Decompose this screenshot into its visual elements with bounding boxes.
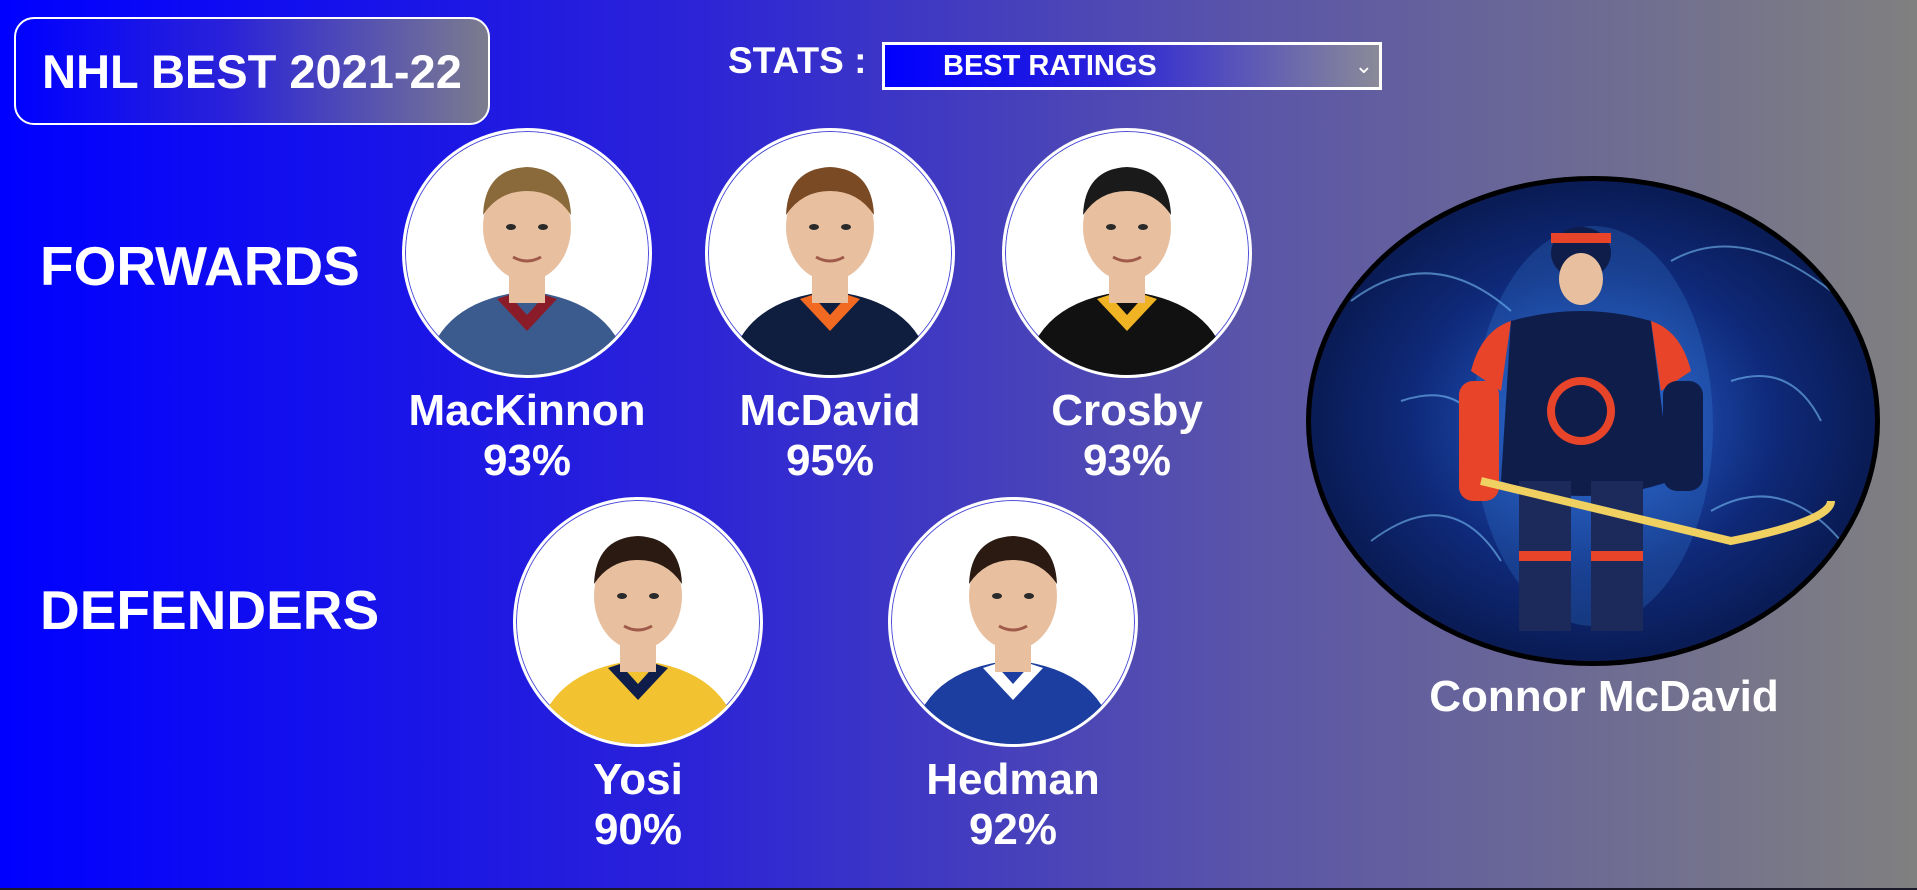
eye-left (506, 224, 516, 230)
app-title-text: NHL BEST 2021-22 (42, 44, 462, 98)
player-portrait[interactable] (1002, 128, 1252, 378)
player-rating: 92% (968, 805, 1058, 854)
player-card-crosby[interactable]: Crosby 93% (1002, 128, 1252, 486)
eye-left (1106, 224, 1116, 230)
eye-left (809, 224, 819, 230)
player-rating: 95% (785, 436, 875, 485)
stats-select-value: BEST RATINGS (943, 49, 1157, 82)
player-avatar-graphic (425, 167, 629, 375)
player-portrait[interactable] (705, 128, 955, 378)
player-name: Crosby (1051, 386, 1203, 435)
player-portrait[interactable] (888, 497, 1138, 747)
player-name: McDavid (739, 386, 921, 435)
chevron-down-icon: ⌄ (1354, 53, 1373, 78)
eye-right (1138, 224, 1148, 230)
jersey-shape (911, 660, 1115, 744)
jersey-shape (536, 660, 740, 744)
stats-label: STATS : (728, 40, 867, 81)
eye-right (841, 224, 851, 230)
eye-right (649, 593, 659, 599)
section-label-defenders: DEFENDERS (40, 579, 380, 641)
jersey-shape (1025, 291, 1229, 375)
player-portrait[interactable] (402, 128, 652, 378)
player-rating: 90% (593, 805, 683, 854)
featured-player-name: Connor McDavid (1429, 672, 1779, 721)
player-card-mackinnon[interactable]: MacKinnon 93% (402, 128, 652, 486)
player-name: MacKinnon (408, 386, 646, 435)
player-avatar-graphic (1025, 167, 1229, 375)
eye-left (992, 593, 1002, 599)
player-card-mcdavid[interactable]: McDavid 95% (705, 128, 955, 486)
player-name: Hedman (926, 755, 1100, 804)
featured-player-image (1306, 176, 1880, 666)
player-rating: 93% (482, 436, 572, 485)
player-rating: 93% (1082, 436, 1172, 485)
section-label-forwards: FORWARDS (40, 235, 360, 297)
eye-right (538, 224, 548, 230)
jersey-shape (425, 291, 629, 375)
player-card-yosi[interactable]: Yosi 90% (513, 497, 763, 855)
featured-player-graphic (1350, 226, 1842, 631)
eye-left (617, 593, 627, 599)
eye-right (1024, 593, 1034, 599)
player-avatar-graphic (536, 536, 740, 744)
stats-select[interactable]: BEST RATINGS ⌄ (882, 42, 1382, 90)
player-card-hedman[interactable]: Hedman 92% (888, 497, 1138, 855)
player-portrait[interactable] (513, 497, 763, 747)
player-avatar-graphic (911, 536, 1115, 744)
jersey-shape (728, 291, 932, 375)
player-name: Yosi (593, 755, 683, 804)
player-avatar-graphic (728, 167, 932, 375)
app-title: NHL BEST 2021-22 (14, 17, 490, 125)
